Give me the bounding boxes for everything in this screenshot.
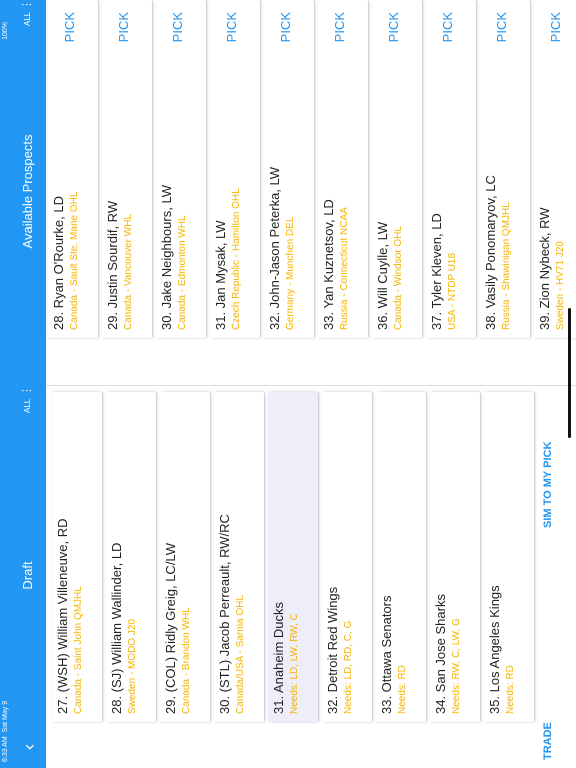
pick-button[interactable]: PICK — [332, 12, 347, 42]
draft-row-sub: Canada - Saint John QMJHL — [73, 586, 84, 714]
draft-row-name: 32. Detroit Red Wings — [325, 586, 340, 714]
draft-filter[interactable]: ALL — [23, 399, 32, 413]
draft-row[interactable]: 27. (WSH) William Villeneuve, RD Canada -… — [52, 392, 102, 722]
prospect-row-name: 33. Yan Kuznetsov, LD — [321, 199, 336, 330]
status-battery: 100% — [2, 22, 9, 40]
prospects-more-icon[interactable]: ⋮ — [20, 0, 33, 10]
draft-row[interactable]: 34. San Jose Sharks Needs: RW, C, LW, G — [430, 392, 480, 722]
prospect-row-sub: Canada - Sault Ste. Marie OHL — [69, 191, 80, 330]
draft-row-sub: Needs: RD — [397, 665, 408, 714]
draft-row[interactable]: 33. Ottawa Senators Needs: RD — [376, 392, 426, 722]
app-screen: 6:33 AM Sat May 9 100% ‹ Draft ALL ⋮ Ava… — [0, 0, 576, 768]
draft-title: Draft — [20, 561, 35, 590]
draft-row-name: 35. Los Angeles Kings — [487, 585, 502, 714]
prospect-row[interactable]: 31. Jan Mysak, LW Czech Republic - Hamilt… — [210, 0, 260, 338]
prospect-row-sub: Canada - Windsor OHL — [393, 226, 404, 330]
status-bar: 6:33 AM Sat May 9 100% — [0, 0, 12, 768]
prospect-row-name: 31. Jan Mysak, LW — [213, 220, 228, 330]
prospect-row-name: 28. Ryan O'Rourke, LD — [51, 196, 66, 330]
prospect-row[interactable]: 39. Zion Nybeck, RW Sweden - HV71 J20 PICK — [534, 0, 576, 338]
prospect-row[interactable]: 30. Jake Neighbours, LW Canada - Edmonton… — [156, 0, 206, 338]
sim-to-my-pick-button[interactable]: SIM TO MY PICK — [542, 442, 554, 528]
pick-button[interactable]: PICK — [494, 12, 509, 42]
prospect-row-sub: Russia - Shawinigan QMJHL — [501, 202, 512, 330]
prospect-row-sub: Canada - Vancouver WHL — [123, 214, 134, 330]
draft-row-sub: Sweden - MODO J20 — [127, 618, 138, 714]
pick-button[interactable]: PICK — [386, 12, 401, 42]
prospect-row-sub: Sweden - HV71 J20 — [555, 241, 566, 330]
prospect-row[interactable]: 38. Vasily Ponomaryov, LC Russia - Shawin… — [480, 0, 530, 338]
pick-button[interactable]: PICK — [278, 12, 293, 42]
prospect-row[interactable]: 32. John-Jason Peterka, LW Germany - Munc… — [264, 0, 314, 338]
prospect-row-name: 30. Jake Neighbours, LW — [159, 185, 174, 330]
prospect-row-name: 37. Tyler Kleven, LD — [429, 213, 444, 330]
prospects-filter[interactable]: ALL — [23, 12, 32, 26]
pick-button[interactable]: PICK — [62, 12, 77, 42]
prospect-row[interactable]: 28. Ryan O'Rourke, LD Canada - Sault Ste.… — [48, 0, 98, 338]
prospect-row-name: 39. Zion Nybeck, RW — [537, 207, 552, 330]
draft-row-sub: Needs: RW, C, LW, G — [451, 618, 462, 714]
prospect-row[interactable]: 37. Tyler Kleven, LD USA - NTDP U18 PICK — [426, 0, 476, 338]
prospect-row[interactable]: 29. Justin Sourdif, RW Canada - Vancouver… — [102, 0, 152, 338]
draft-row-sub: Needs: LD, LW, RW, C — [289, 613, 300, 714]
draft-row[interactable]: 28. (SJ) William Wallinder, LD Sweden - M… — [106, 392, 156, 722]
prospect-row-name: 32. John-Jason Peterka, LW — [267, 166, 282, 330]
prospect-row-name: 38. Vasily Ponomaryov, LC — [483, 175, 498, 330]
draft-row-name: 29. (COL) Ridly Greig, LC/LW — [163, 543, 178, 714]
prospect-row-sub: USA - NTDP U18 — [447, 252, 458, 330]
draft-row[interactable]: 31. Anaheim Ducks Needs: LD, LW, RW, C — [268, 392, 318, 722]
prospect-row[interactable]: 36. Will Cuylle, LW Canada - Windsor OHL P… — [372, 0, 422, 338]
draft-row-name: 33. Ottawa Senators — [379, 595, 394, 714]
prospect-row-sub: Russia - Connecticut NCAA — [339, 207, 350, 330]
prospect-row[interactable]: 33. Yan Kuznetsov, LD Russia - Connecticu… — [318, 0, 368, 338]
available-title: Available Prospects — [20, 134, 35, 249]
trade-button[interactable]: TRADE — [542, 722, 554, 760]
draft-row[interactable]: 30. (STL) Jacob Perreault, RW/RC Canada/U… — [214, 392, 264, 722]
pick-button[interactable]: PICK — [116, 12, 131, 42]
draft-row-name: 31. Anaheim Ducks — [271, 601, 286, 714]
prospect-row-sub: Canada - Edmonton WHL — [177, 215, 188, 330]
pick-button[interactable]: PICK — [170, 12, 185, 42]
draft-row-sub: Canada - Brandon WHL — [181, 607, 192, 714]
pick-button[interactable]: PICK — [548, 12, 563, 42]
draft-row[interactable]: 29. (COL) Ridly Greig, LC/LW Canada - Bra… — [160, 392, 210, 722]
draft-row-name: 34. San Jose Sharks — [433, 594, 448, 714]
draft-row[interactable]: 35. Los Angeles Kings Needs: RD — [484, 392, 534, 722]
pick-button[interactable]: PICK — [440, 12, 455, 42]
draft-row-sub: Canada/USA - Sarnia OHL — [235, 595, 246, 714]
status-time: 6:33 AM Sat May 9 — [2, 700, 9, 762]
home-indicator — [568, 308, 571, 438]
prospect-row-name: 29. Justin Sourdif, RW — [105, 200, 120, 330]
app-bar: ‹ Draft ALL ⋮ Available Prospects ALL ⋮ — [12, 0, 46, 768]
draft-row-name: 27. (WSH) William Villeneuve, RD — [55, 518, 70, 714]
draft-more-icon[interactable]: ⋮ — [20, 386, 33, 396]
prospect-row-sub: Germany - Munchen DEL — [285, 216, 296, 330]
draft-row-sub: Needs: LD, RD, C, G — [343, 620, 354, 714]
prospect-row-sub: Czech Republic - Hamilton OHL — [231, 188, 242, 330]
prospect-row-name: 36. Will Cuylle, LW — [375, 221, 390, 330]
pick-button[interactable]: PICK — [224, 12, 239, 42]
draft-row-name: 28. (SJ) William Wallinder, LD — [109, 542, 124, 714]
column-divider — [46, 385, 576, 386]
draft-row-sub: Needs: RD — [505, 665, 516, 714]
draft-row-name: 30. (STL) Jacob Perreault, RW/RC — [217, 514, 232, 714]
draft-row[interactable]: 32. Detroit Red Wings Needs: LD, RD, C, G — [322, 392, 372, 722]
